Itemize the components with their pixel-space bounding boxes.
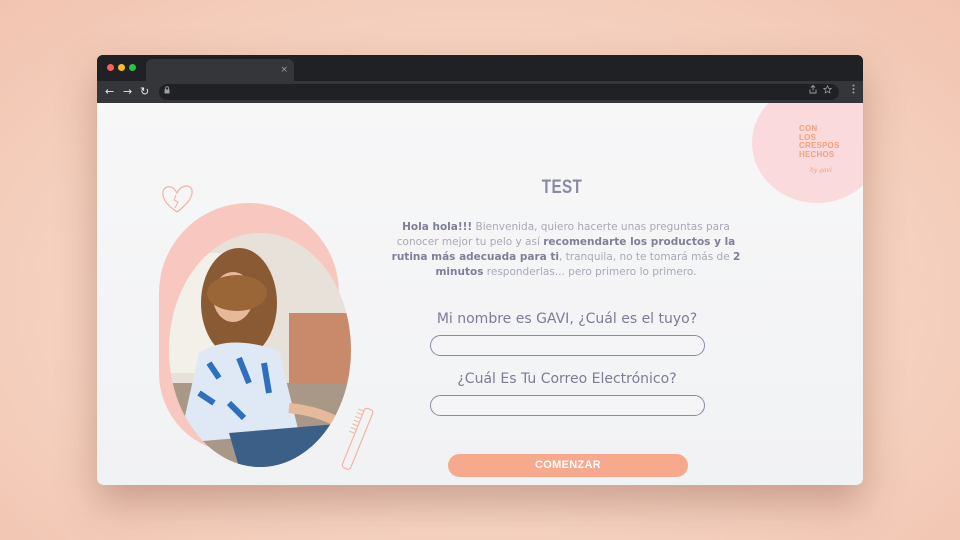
name-input[interactable]: [430, 335, 705, 356]
tab-bar: ×: [97, 55, 863, 81]
page-title: TEST: [541, 177, 583, 198]
reload-icon[interactable]: ↻: [140, 84, 149, 100]
menu-icon[interactable]: [852, 84, 855, 100]
brand-logo[interactable]: CON LOS CRESPOS HECHOS: [799, 124, 859, 159]
profile-photo: [169, 233, 351, 467]
web-page: CON LOS CRESPOS HECHOS by gavi TEST Hola…: [97, 103, 863, 485]
minimize-window-button[interactable]: [118, 64, 125, 71]
intro-segment: , tranquila, no te tomará más de: [558, 251, 734, 263]
lock-icon: [164, 84, 170, 100]
email-question-label: ¿Cuál Es Tu Correo Electrónico?: [457, 371, 677, 387]
intro-text: Hola hola!!! Bienvenida, quiero hacerte …: [385, 220, 747, 280]
heart-icon: [162, 185, 193, 213]
intro-segment: responderlas... pero primero lo primero.: [483, 266, 697, 278]
close-window-button[interactable]: [107, 64, 114, 71]
star-icon[interactable]: [822, 84, 833, 100]
start-button[interactable]: COMENZAR: [448, 454, 688, 477]
browser-toolbar: ← → ↻: [97, 81, 863, 103]
comb-icon: [341, 407, 374, 470]
tab-close-icon[interactable]: ×: [280, 63, 288, 77]
browser-window: × ← → ↻ CON LOS CRESPOS HECHOS by gavi T…: [97, 55, 863, 485]
forward-icon[interactable]: →: [123, 84, 132, 100]
share-icon[interactable]: [809, 84, 817, 100]
address-bar[interactable]: [159, 84, 839, 100]
maximize-window-button[interactable]: [129, 64, 136, 71]
logo-signature: by gavi: [810, 167, 832, 174]
email-input[interactable]: [430, 395, 705, 416]
logo-line: HECHOS: [799, 149, 835, 159]
browser-tab[interactable]: ×: [146, 59, 294, 81]
back-icon[interactable]: ←: [105, 84, 114, 100]
intro-segment: Hola hola!!!: [402, 221, 473, 233]
name-question-label: Mi nombre es GAVI, ¿Cuál es el tuyo?: [436, 311, 698, 327]
